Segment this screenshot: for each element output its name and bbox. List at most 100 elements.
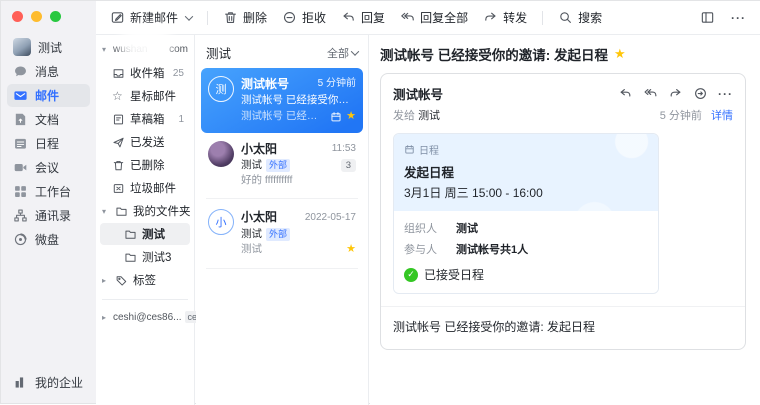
trash-icon [223, 10, 238, 25]
forward-label: 转发 [503, 9, 527, 26]
subfolder-ceshi3[interactable]: 测试3 [100, 246, 190, 268]
zoom-window-button[interactable] [50, 11, 61, 22]
thread-count-badge: 3 [341, 159, 356, 173]
star-icon[interactable]: ★ [346, 109, 356, 125]
invite-status: ✓ 已接受日程 [404, 266, 648, 283]
caret-right-icon: ▸ [102, 313, 110, 322]
rail-label-workbench: 工作台 [35, 183, 71, 200]
forward-icon[interactable] [668, 86, 683, 101]
rail-item-messages[interactable]: 消息 [7, 60, 90, 83]
organizer-label: 组织人 [404, 220, 446, 236]
rail-label-drive: 微盘 [35, 231, 59, 248]
message-item-selected[interactable]: 测 测试帐号 5 分钟前 测试帐号 已经接受你的邀请: 发起日程 测试帐号 已经… [201, 68, 363, 133]
rail-item-drive[interactable]: 微盘 [7, 228, 90, 251]
message-preview: 测试 [241, 242, 342, 257]
list-divider [206, 198, 358, 199]
rail-item-docs[interactable]: 文档 [7, 108, 90, 131]
email-time: 5 分钟前 [660, 110, 702, 122]
subfolder-ceshi-label: 测试 [142, 226, 165, 242]
reply-icon [341, 10, 356, 25]
reject-button[interactable]: 拒收 [282, 9, 326, 26]
email-sender: 测试帐号 [393, 84, 443, 103]
compose-label: 新建邮件 [130, 9, 178, 26]
more-actions-icon[interactable]: ··· [731, 11, 746, 25]
details-link[interactable]: 详情 [711, 110, 733, 122]
secondary-account-row[interactable]: ▸ ceshi@ces86... ceshi [100, 308, 190, 326]
folder-tags[interactable]: ▸ 标签 [100, 269, 190, 291]
reading-pane: 测试帐号 已经接受你的邀请: 发起日程 ★ 测试帐号 ··· 发给 测试 5 分… [370, 35, 760, 405]
calendar-invite-card[interactable]: 日程 发起日程 3月1日 周三 15:00 - 16:00 组织人 测试 参与人… [393, 133, 659, 294]
rail-item-contacts[interactable]: 通讯录 [7, 204, 90, 227]
folder-deleted[interactable]: 已删除 [100, 154, 190, 176]
folder-deleted-label: 已删除 [130, 157, 165, 173]
reply-all-icon[interactable] [643, 86, 658, 101]
delete-label: 删除 [243, 9, 267, 26]
email-card: 测试帐号 ··· 发给 测试 5 分钟前 详情 [380, 73, 746, 350]
star-icon[interactable]: ★ [614, 46, 626, 62]
rail-item-meetings[interactable]: 会议 [7, 156, 90, 179]
forward-button[interactable]: 转发 [483, 9, 527, 26]
rail-item-workbench[interactable]: 工作台 [7, 180, 90, 203]
primary-account-row[interactable]: ▾ wushan com [100, 42, 190, 61]
app-rail: 测试 消息 邮件 文档 日程 会议 工作台 通讯录 微盘 我的企业 [1, 1, 96, 403]
folder-pane: ▾ wushan com 收件箱 25 ☆ 星标邮件 草稿箱 1 已发送 已删除… [96, 35, 195, 405]
star-outline-icon: ☆ [112, 90, 125, 102]
compose-button[interactable]: 新建邮件 [110, 9, 192, 26]
message-item[interactable]: 小太阳 11:53 测试 外部 3 好的 ffffffffff [201, 133, 363, 197]
to-label: 发给 [393, 110, 415, 122]
close-window-button[interactable] [12, 11, 23, 22]
window-controls [1, 7, 96, 34]
reply-all-button[interactable]: 回复全部 [400, 9, 468, 26]
folder-sent[interactable]: 已发送 [100, 131, 190, 153]
trash-icon [112, 159, 125, 172]
reply-icon[interactable] [618, 86, 633, 101]
rail-item-calendar[interactable]: 日程 [7, 132, 90, 155]
message-item[interactable]: 小 小太阳 2022-05-17 测试 外部 测试 ★ [201, 201, 363, 266]
rail-label-profile: 测试 [38, 39, 62, 56]
message-subject: 测试帐号 已经接受你的邀请: 发起日程 [241, 93, 356, 108]
folder-inbox[interactable]: 收件箱 25 [100, 62, 190, 84]
calendar-icon [13, 136, 28, 151]
folder-icon [124, 228, 137, 241]
subfolder-ceshi3-label: 测试3 [142, 249, 171, 265]
message-time: 5 分钟前 [318, 77, 356, 92]
more-actions-icon[interactable]: ··· [718, 87, 733, 101]
search-button[interactable]: 搜索 [558, 9, 602, 26]
secondary-account-label: ceshi@ces86... [113, 312, 182, 323]
calendar-attachment-icon [330, 111, 342, 123]
rail-label-calendar: 日程 [35, 135, 59, 152]
invite-status-text: 已接受日程 [424, 266, 484, 283]
chat-bubble-icon [13, 64, 28, 79]
compose-icon [110, 10, 125, 25]
external-badge: 外部 [266, 159, 290, 172]
message-sender: 测试帐号 [241, 76, 314, 93]
check-circle-icon: ✓ [404, 268, 418, 282]
folder-starred[interactable]: ☆ 星标邮件 [100, 85, 190, 107]
folder-icon [115, 205, 128, 218]
toolbar-divider [542, 11, 543, 25]
folder-inbox-label: 收件箱 [130, 65, 165, 81]
reading-layout-icon[interactable] [700, 10, 715, 25]
org-chart-icon [13, 208, 28, 223]
rail-item-mail[interactable]: 邮件 [7, 84, 90, 107]
junk-icon [112, 182, 125, 195]
folder-sent-label: 已发送 [130, 134, 165, 150]
search-label: 搜索 [578, 9, 602, 26]
minimize-window-button[interactable] [31, 11, 42, 22]
rail-item-my-enterprise[interactable]: 我的企业 [7, 371, 90, 394]
folder-drafts[interactable]: 草稿箱 1 [100, 108, 190, 130]
reply-button[interactable]: 回复 [341, 9, 385, 26]
account-suffix: com [169, 44, 188, 55]
folder-drafts-label: 草稿箱 [130, 111, 165, 127]
circle-arrow-icon[interactable] [693, 86, 708, 101]
folder-junk[interactable]: 垃圾邮件 [100, 177, 190, 199]
star-icon[interactable]: ★ [346, 242, 356, 258]
subfolder-ceshi[interactable]: 测试 [100, 223, 190, 245]
filter-dropdown[interactable]: 全部 [327, 45, 358, 61]
user-avatar [13, 38, 31, 56]
delete-button[interactable]: 删除 [223, 9, 267, 26]
folder-my-folders[interactable]: ▾ 我的文件夹 [100, 200, 190, 222]
rail-label-messages: 消息 [35, 63, 59, 80]
rail-item-profile[interactable]: 测试 [7, 35, 90, 59]
inbox-icon [112, 67, 125, 80]
